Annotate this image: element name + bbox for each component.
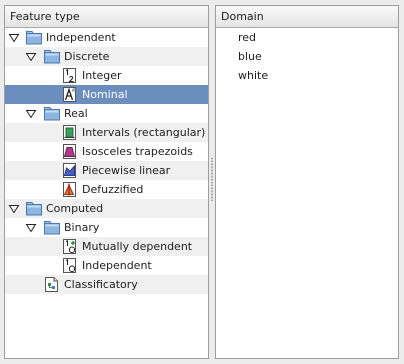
tree-item-real[interactable]: Real — [5, 104, 208, 123]
folder-icon — [44, 221, 60, 235]
expanded-triangle-icon[interactable] — [8, 32, 20, 44]
tree-item-label: Real — [64, 107, 88, 120]
mutually-dependent-icon — [63, 239, 76, 254]
feature-type-tree: Independent Discrete Integer Nominal Rea… — [5, 28, 208, 294]
classificatory-icon — [45, 277, 58, 292]
feature-type-header[interactable]: Feature type — [5, 6, 208, 28]
expanded-triangle-icon[interactable] — [8, 203, 20, 215]
domain-value[interactable]: blue — [216, 47, 398, 66]
tree-item-independent[interactable]: Independent — [5, 28, 208, 47]
tree-item-label: Classificatory — [64, 278, 138, 291]
folder-icon — [26, 202, 42, 216]
folder-icon — [44, 107, 60, 121]
tree-item-label: Binary — [64, 221, 100, 234]
tree-item-label: Computed — [46, 202, 104, 215]
tree-item-isosceles-trapezoids[interactable]: Isosceles trapezoids — [5, 142, 208, 161]
nominal-a-icon — [63, 87, 77, 102]
tree-item-binary-independent[interactable]: Independent — [5, 256, 208, 275]
integer-12-icon — [63, 68, 76, 83]
tree-item-label: Mutually dependent — [82, 240, 193, 253]
domain-value[interactable]: white — [216, 66, 398, 85]
tree-item-label: Nominal — [82, 88, 128, 101]
tree-item-label: Intervals (rectangular) — [82, 126, 206, 139]
tree-item-label: Independent — [46, 31, 116, 44]
tree-item-computed[interactable]: Computed — [5, 199, 208, 218]
expanded-triangle-icon[interactable] — [25, 51, 37, 63]
tree-item-label: Independent — [82, 259, 152, 272]
tree-item-label: Defuzzified — [82, 183, 144, 196]
tree-item-label: Discrete — [64, 50, 110, 63]
tree-item-integer[interactable]: Integer — [5, 66, 208, 85]
tree-item-nominal[interactable]: Nominal — [5, 85, 208, 104]
tree-item-label: Piecewise linear — [82, 164, 171, 177]
splitter-grip[interactable] — [211, 157, 213, 201]
tree-item-classificatory[interactable]: Classificatory — [5, 275, 208, 294]
trapezoid-icon — [63, 144, 76, 159]
domain-value[interactable]: red — [216, 28, 398, 47]
tree-item-binary[interactable]: Binary — [5, 218, 208, 237]
feature-type-panel: Feature type Independent Discrete Intege… — [4, 5, 209, 359]
tree-item-label: Integer — [82, 69, 122, 82]
piecewise-linear-icon — [63, 163, 76, 178]
expanded-triangle-icon[interactable] — [25, 222, 37, 234]
binary-independent-icon — [63, 258, 76, 273]
tree-item-discrete[interactable]: Discrete — [5, 47, 208, 66]
tree-item-defuzzified[interactable]: Defuzzified — [5, 180, 208, 199]
tree-item-intervals-rectangular[interactable]: Intervals (rectangular) — [5, 123, 208, 142]
defuzzified-icon — [63, 182, 76, 197]
tree-item-piecewise-linear[interactable]: Piecewise linear — [5, 161, 208, 180]
tree-item-label: Isosceles trapezoids — [82, 145, 193, 158]
rectangular-intervals-icon — [63, 125, 76, 140]
folder-icon — [26, 31, 42, 45]
folder-icon — [44, 50, 60, 64]
domain-panel: Domain red blue white — [215, 5, 399, 359]
expanded-triangle-icon[interactable] — [25, 108, 37, 120]
domain-header[interactable]: Domain — [216, 6, 398, 28]
tree-item-mutually-dependent[interactable]: Mutually dependent — [5, 237, 208, 256]
